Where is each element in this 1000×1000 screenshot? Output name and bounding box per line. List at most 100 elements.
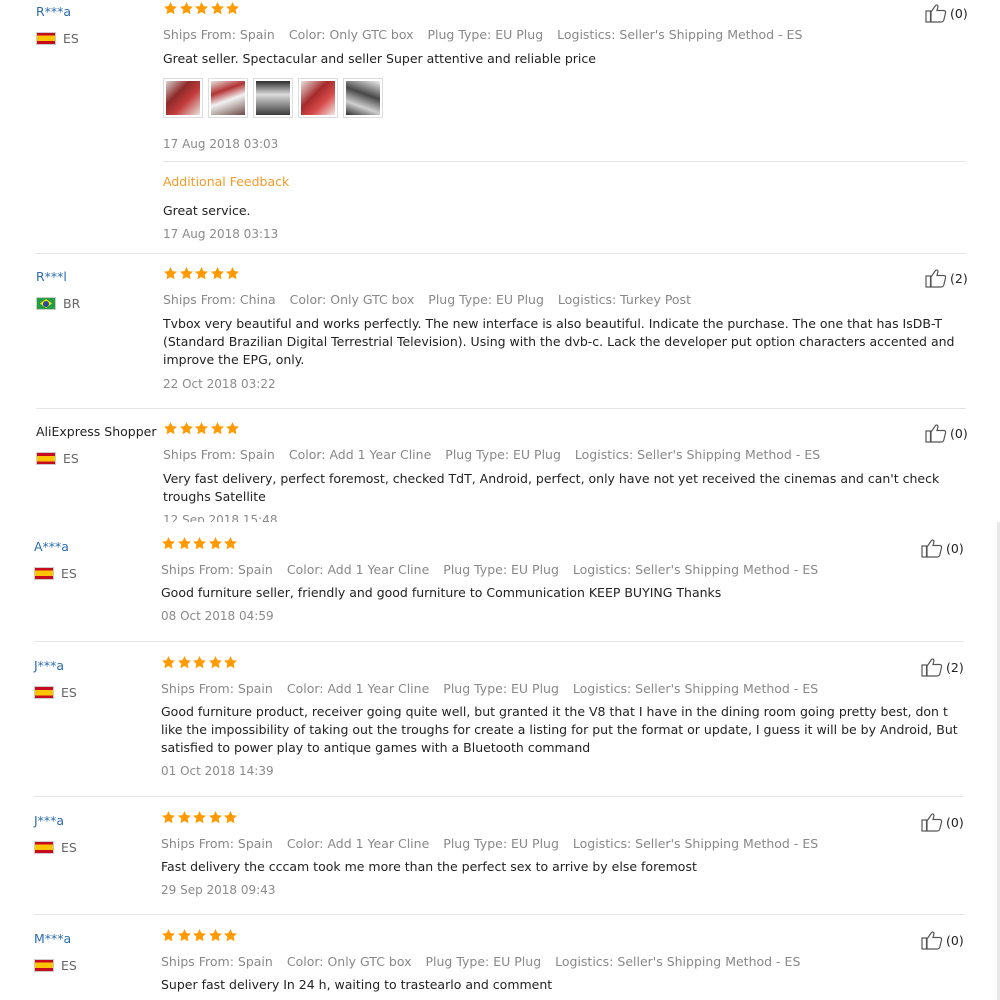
star-icon xyxy=(195,266,208,280)
star-icon xyxy=(224,928,237,942)
reviewer-name[interactable]: R***l xyxy=(36,269,67,284)
logistics: Logistics: Seller's Shipping Method - ES xyxy=(572,836,819,851)
review-item: A***a ES Ships From: Spain Color: Add 1 … xyxy=(0,535,1000,644)
review-text: Tvbox very beautiful and works perfectly… xyxy=(163,316,955,367)
thumbs-up-icon xyxy=(921,539,943,558)
star-icon xyxy=(224,536,237,550)
review-text: Very fast delivery, perfect foremost, ch… xyxy=(163,471,940,504)
logistics: Logistics: Seller's Shipping Method - ES xyxy=(555,954,801,969)
review-photo-thumbnail[interactable] xyxy=(208,78,248,118)
helpful-button[interactable]: (0) xyxy=(921,812,964,832)
star-icon xyxy=(177,655,191,669)
reviewer-name[interactable]: R***a xyxy=(36,4,71,19)
star-icon xyxy=(224,655,237,669)
thumbs-up-icon xyxy=(921,813,943,832)
color-option: Color: Only GTC box xyxy=(289,292,415,307)
thumbs-up-icon xyxy=(921,658,943,677)
helpful-button[interactable]: (0) xyxy=(921,930,964,950)
helpful-count: (2) xyxy=(946,659,964,675)
star-icon xyxy=(224,810,237,824)
additional-feedback-text: Great service. xyxy=(163,203,251,218)
star-icon xyxy=(195,421,208,435)
helpful-button[interactable]: (0) xyxy=(921,538,964,558)
star-icon xyxy=(195,1,208,15)
reviewer-name[interactable]: J***a xyxy=(34,813,64,828)
star-icon xyxy=(177,810,191,824)
star-rating xyxy=(161,536,239,551)
review-meta: Ships From: Spain Color: Add 1 Year Clin… xyxy=(161,681,832,696)
review-meta: Ships From: Spain Color: Only GTC box Pl… xyxy=(163,27,816,42)
plug-type: Plug Type: EU Plug xyxy=(443,562,559,577)
thumbs-up-icon xyxy=(921,931,943,950)
star-rating xyxy=(163,1,241,16)
plug-type: Plug Type: EU Plug xyxy=(427,27,544,42)
review-photo-thumbnail[interactable] xyxy=(298,78,338,118)
plug-type: Plug Type: EU Plug xyxy=(443,681,559,696)
logistics: Logistics: Seller's Shipping Method - ES xyxy=(572,681,819,696)
helpful-button[interactable]: (2) xyxy=(921,657,964,677)
reviewer-name[interactable]: A***a xyxy=(34,539,69,554)
review-photo-thumbnail[interactable] xyxy=(163,78,203,118)
divider xyxy=(163,161,966,162)
reviews-page: R***a ES Ships From: Spain Color: Only G… xyxy=(0,0,1000,1000)
review-item: R***a ES Ships From: Spain Color: Only G… xyxy=(0,0,1000,256)
star-icon xyxy=(193,810,206,824)
color-option: Color: Add 1 Year Cline xyxy=(286,836,430,851)
review-item: J***a ES Ships From: Spain Color: Add 1 … xyxy=(0,654,1000,799)
review-photo-thumbnail[interactable] xyxy=(253,78,293,118)
star-icon xyxy=(162,928,175,942)
star-rating xyxy=(161,810,239,825)
reviewer-name[interactable]: M***a xyxy=(34,931,71,946)
spain-flag-icon xyxy=(34,567,54,580)
review-text: Great seller. Spectacular and seller Sup… xyxy=(163,51,596,66)
reviewer-name[interactable]: J***a xyxy=(34,658,64,673)
spain-flag-icon xyxy=(34,959,54,972)
review-photo-thumbnail[interactable] xyxy=(343,78,383,118)
star-icon xyxy=(162,810,175,824)
spain-flag-icon xyxy=(34,841,54,854)
helpful-count: (0) xyxy=(946,932,964,948)
star-icon xyxy=(210,1,224,15)
logistics: Logistics: Turkey Post xyxy=(557,292,691,307)
logistics: Logistics: Seller's Shipping Method - ES xyxy=(557,27,803,42)
color-option: Color: Add 1 Year Cline xyxy=(286,681,430,696)
star-rating xyxy=(161,655,239,670)
helpful-button[interactable]: (0) xyxy=(925,3,968,23)
brazil-flag-icon xyxy=(36,297,56,310)
helpful-count: (0) xyxy=(946,814,964,830)
star-icon xyxy=(162,655,175,669)
review-item: AliExpress Shopper ES Ships From: Spain … xyxy=(0,420,1000,522)
review-meta: Ships From: Spain Color: Add 1 Year Clin… xyxy=(163,447,834,462)
plug-type: Plug Type: EU Plug xyxy=(428,292,544,307)
country-code: ES xyxy=(63,451,79,466)
reviewer-country: ES xyxy=(34,958,77,973)
ships-from: Ships From: Spain xyxy=(163,447,275,462)
country-code: ES xyxy=(61,958,77,973)
review-separator xyxy=(36,253,966,254)
thumbs-up-icon xyxy=(925,4,947,23)
ships-from: Ships From: Spain xyxy=(163,27,275,42)
helpful-button[interactable]: (0) xyxy=(925,423,968,443)
reviewer-name[interactable]: AliExpress Shopper xyxy=(36,424,156,439)
review-date: 22 Oct 2018 03:22 xyxy=(163,377,276,391)
spain-flag-icon xyxy=(34,686,54,699)
review-date: 29 Sep 2018 09:43 xyxy=(161,883,276,897)
review-text: Fast delivery the cccam took me more tha… xyxy=(161,859,697,874)
star-icon xyxy=(179,1,193,15)
reviewer-country: ES xyxy=(36,31,79,46)
additional-feedback-date: 17 Aug 2018 03:13 xyxy=(163,227,279,241)
spain-flag-icon xyxy=(36,452,56,465)
star-icon xyxy=(164,1,177,15)
star-rating xyxy=(161,928,239,943)
plug-type: Plug Type: EU Plug xyxy=(445,447,561,462)
star-icon xyxy=(193,536,206,550)
star-icon xyxy=(164,266,177,280)
star-icon xyxy=(179,266,193,280)
star-icon xyxy=(210,266,224,280)
review-meta: Ships From: China Color: Only GTC box Pl… xyxy=(163,292,705,307)
star-icon xyxy=(177,928,191,942)
country-code: BR xyxy=(63,296,81,311)
helpful-button[interactable]: (2) xyxy=(925,268,968,288)
star-icon xyxy=(226,421,239,435)
review-meta: Ships From: Spain Color: Add 1 Year Clin… xyxy=(161,562,832,577)
